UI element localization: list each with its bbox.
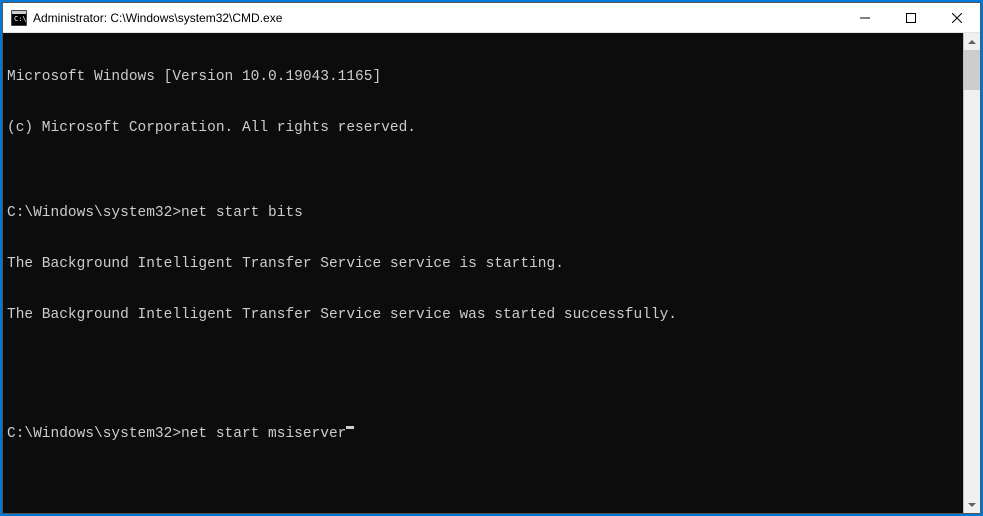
output-line: C:\Windows\system32>net start bits <box>7 205 959 222</box>
output-line: The Background Intelligent Transfer Serv… <box>7 256 959 273</box>
maximize-button[interactable] <box>888 3 934 32</box>
scroll-up-arrow[interactable] <box>964 33 980 50</box>
command-input[interactable]: net start msiserver <box>181 426 346 443</box>
terminal-area: Microsoft Windows [Version 10.0.19043.11… <box>3 33 980 513</box>
current-prompt-line: C:\Windows\system32>net start msiserver <box>7 426 959 443</box>
titlebar[interactable]: C:\ Administrator: C:\Windows\system32\C… <box>3 3 980 33</box>
scroll-down-arrow[interactable] <box>964 496 980 513</box>
svg-text:C:\: C:\ <box>14 15 27 23</box>
cmd-icon: C:\ <box>11 10 27 26</box>
output-line: Microsoft Windows [Version 10.0.19043.11… <box>7 69 959 86</box>
cursor <box>346 426 354 429</box>
output-line: (c) Microsoft Corporation. All rights re… <box>7 120 959 137</box>
scroll-thumb[interactable] <box>964 50 980 90</box>
output-line: The Background Intelligent Transfer Serv… <box>7 307 959 324</box>
window-title: Administrator: C:\Windows\system32\CMD.e… <box>33 11 842 25</box>
terminal[interactable]: Microsoft Windows [Version 10.0.19043.11… <box>3 33 963 513</box>
minimize-button[interactable] <box>842 3 888 32</box>
scroll-track[interactable] <box>964 50 980 496</box>
window-controls <box>842 3 980 32</box>
cmd-window: C:\ Administrator: C:\Windows\system32\C… <box>2 2 981 514</box>
prompt: C:\Windows\system32> <box>7 426 181 443</box>
vertical-scrollbar[interactable] <box>963 33 980 513</box>
close-button[interactable] <box>934 3 980 32</box>
